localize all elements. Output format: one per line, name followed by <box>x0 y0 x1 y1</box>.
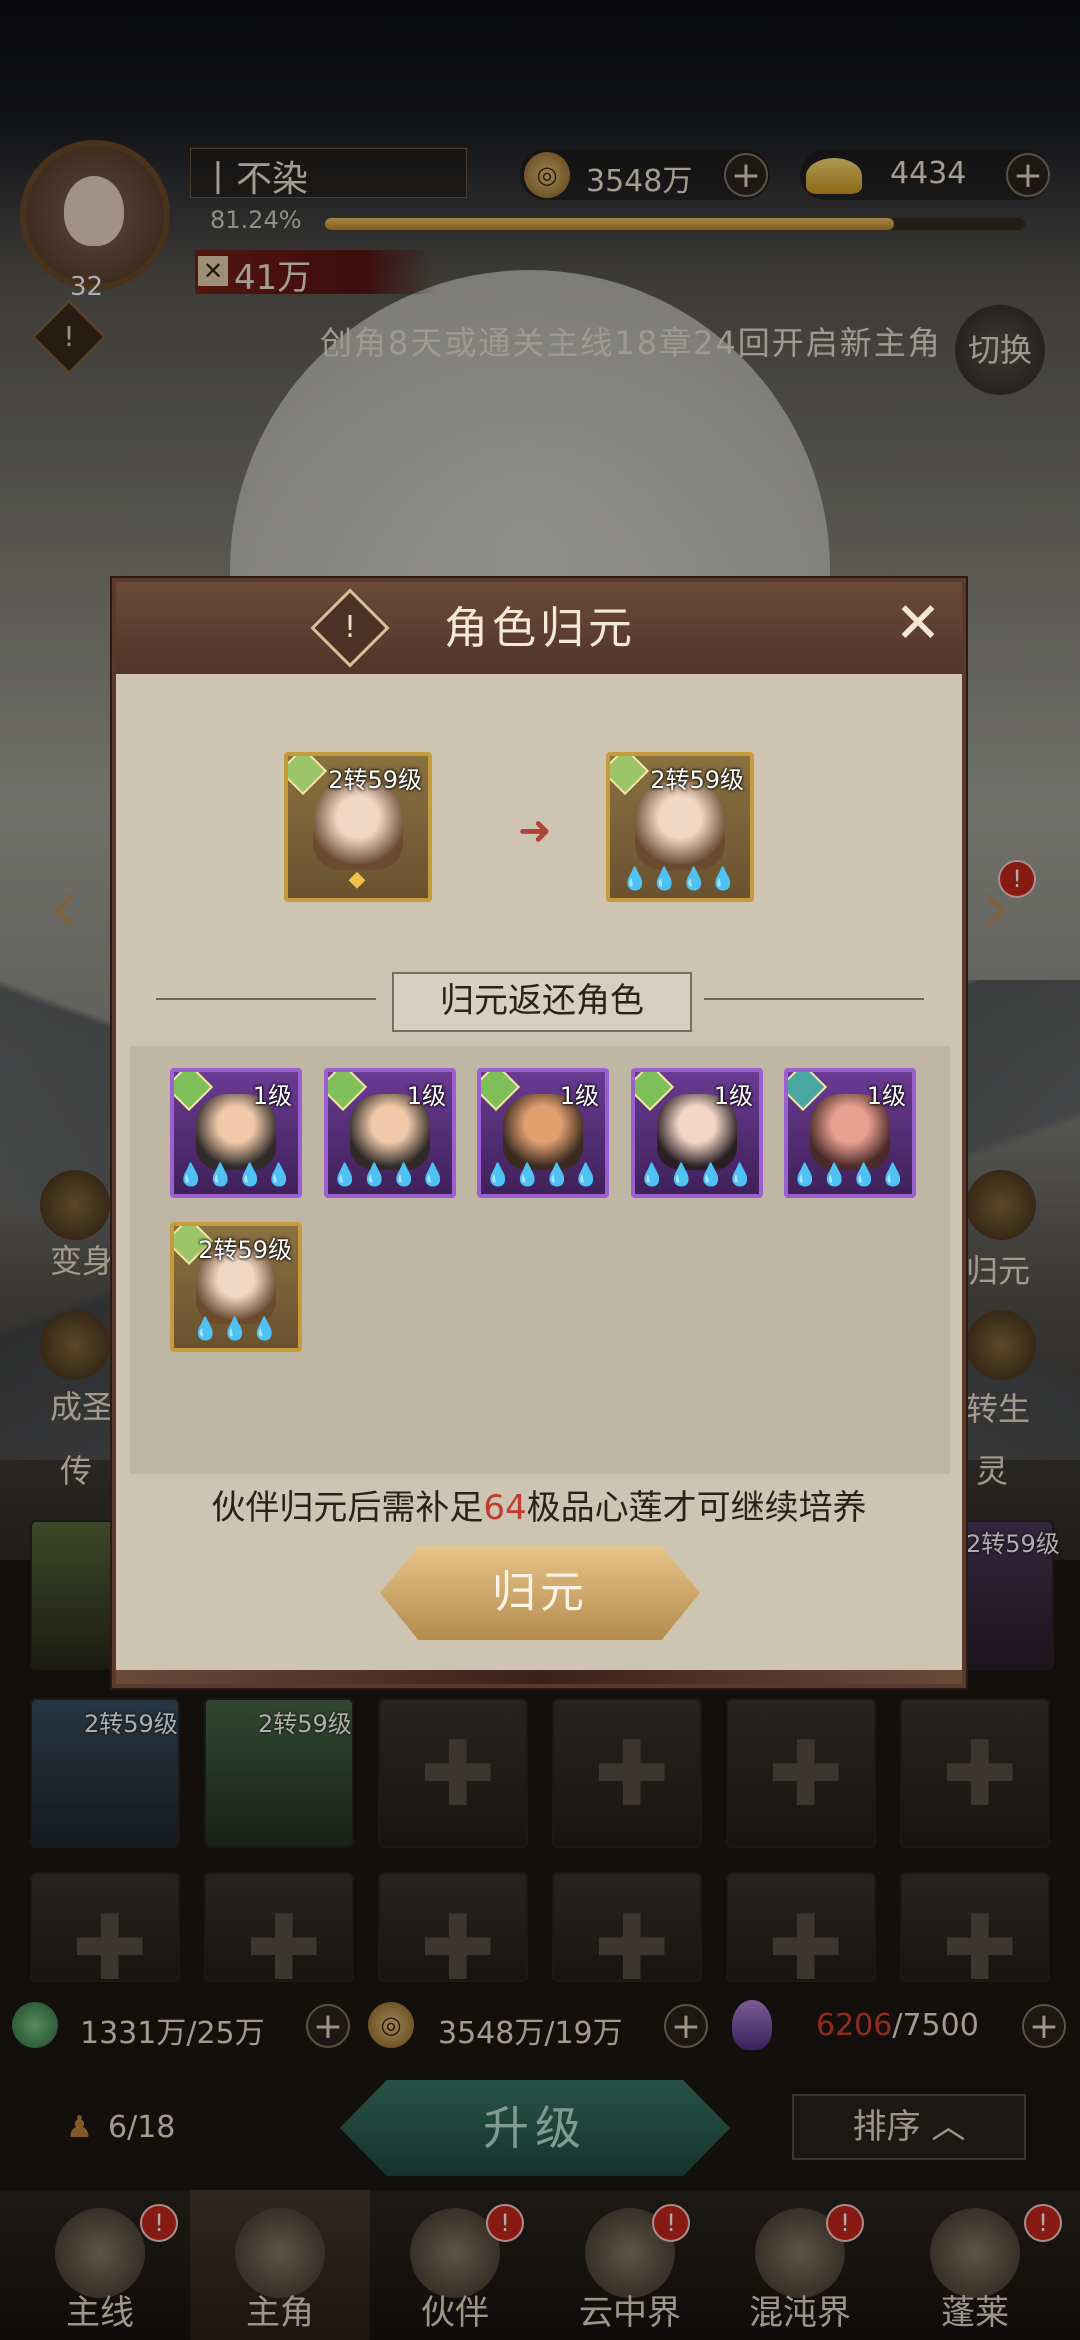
card-level: 1级 <box>713 1082 753 1110</box>
card-level: 2转59级 <box>650 766 744 794</box>
lotus-drops: 💧💧💧💧 <box>331 1163 449 1188</box>
rank-gem-icon <box>288 756 328 796</box>
card-level: 1级 <box>252 1082 292 1110</box>
return-card[interactable]: 1级 💧💧💧💧 <box>631 1068 763 1198</box>
return-card[interactable]: 1级 💧💧💧💧 <box>324 1068 456 1198</box>
lotus-drops: 💧💧💧 <box>191 1317 281 1342</box>
guiyuan-note: 伙伴归元后需补足64极品心莲才可继续培养 <box>211 1488 867 1528</box>
card-level: 1级 <box>866 1082 906 1110</box>
lotus-drops: 💧💧💧💧 <box>638 1163 756 1188</box>
return-card[interactable]: 2转59级 💧💧💧 <box>170 1222 302 1352</box>
return-card[interactable]: 1级 💧💧💧💧 <box>477 1068 609 1198</box>
card-level: 2转59级 <box>198 1236 292 1264</box>
lotus-drops: 💧💧💧💧 <box>177 1163 295 1188</box>
return-card[interactable]: 1级 💧💧💧💧 <box>170 1068 302 1198</box>
card-level: 1级 <box>559 1082 599 1110</box>
lotus-drops: 💧💧💧💧 <box>791 1163 909 1188</box>
card-level: 1级 <box>406 1082 446 1110</box>
result-character-card[interactable]: 2转59级 💧💧💧💧 <box>606 752 754 902</box>
dialog-footer <box>116 1670 962 1684</box>
card-level: 2转59级 <box>328 766 422 794</box>
guiyuan-confirm-button[interactable]: 归元 <box>380 1546 700 1640</box>
section-title: 归元返还角色 <box>392 972 692 1032</box>
lotus-icon: ◆ <box>348 867 368 892</box>
return-card[interactable]: 1级 💧💧💧💧 <box>784 1068 916 1198</box>
lotus-drops: 💧💧💧💧 <box>484 1163 602 1188</box>
divider-left <box>156 998 376 1000</box>
arrow-right-icon: ➜ <box>518 808 552 854</box>
divider-right <box>704 998 924 1000</box>
lotus-drops: 💧💧💧💧 <box>621 867 739 892</box>
rank-gem-icon <box>610 756 650 796</box>
close-icon[interactable]: ✕ <box>890 596 946 652</box>
source-character-card[interactable]: 2转59级 ◆ <box>284 752 432 902</box>
